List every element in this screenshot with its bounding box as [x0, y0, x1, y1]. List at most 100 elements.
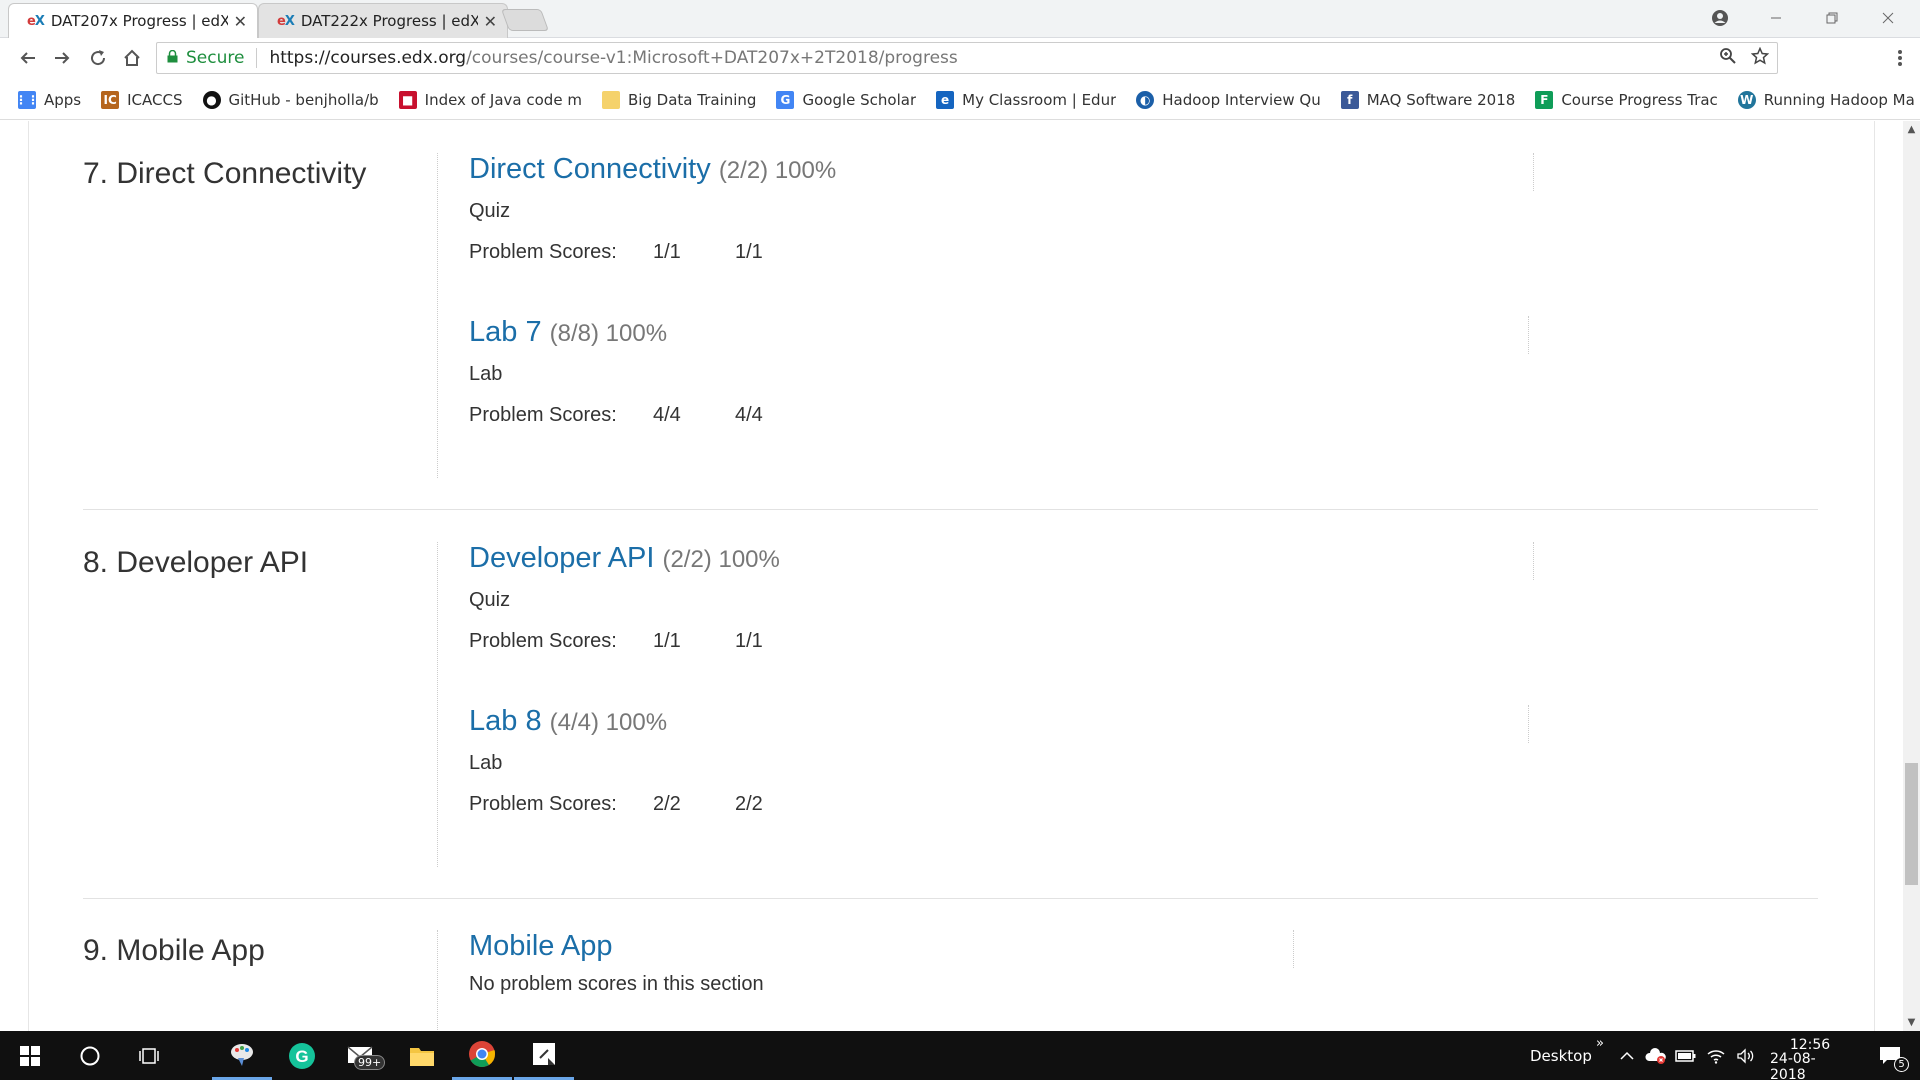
bookmark-label: Google Scholar [802, 90, 917, 109]
url-path: /courses/course-v1:Microsoft+DAT207x+2T2… [466, 48, 958, 68]
bookmark-item[interactable]: ◐ Hadoop Interview Qu [1136, 90, 1321, 109]
browser-toolbar: Secure https://courses.edx.org/courses/c… [0, 38, 1920, 106]
file-explorer-icon[interactable] [392, 1031, 452, 1080]
scholar-icon: G [776, 90, 795, 109]
scrollbar-thumb[interactable] [1905, 763, 1918, 885]
bookmark-item[interactable]: Big Data Training [601, 90, 756, 109]
close-tab-icon[interactable]: ✕ [484, 12, 497, 31]
github-icon: ● [202, 90, 221, 109]
bookmark-item[interactable]: f MAQ Software 2018 [1340, 90, 1515, 109]
scroll-down-icon[interactable]: ▼ [1903, 1014, 1920, 1031]
tab-dat207x[interactable]: eX DAT207x Progress | edX ✕ [8, 3, 258, 38]
section-score: (2/2) 100% [662, 546, 780, 573]
minimize-icon[interactable] [1748, 0, 1804, 36]
windows-start-icon[interactable] [0, 1031, 60, 1080]
section-developer-api: Developer API (2/2) 100% Quiz Problem Sc… [469, 542, 817, 653]
section-direct-connectivity: Direct Connectivity (2/2) 100% Quiz Prob… [469, 153, 836, 264]
bookmark-item[interactable]: G Google Scholar [776, 90, 917, 109]
close-window-icon[interactable] [1860, 0, 1916, 36]
scroll-up-icon[interactable]: ▲ [1903, 121, 1920, 138]
wifi-icon[interactable] [1703, 1031, 1729, 1080]
chapter-title: 7. Direct Connectivity [83, 157, 367, 190]
bookmark-item[interactable]: IC ICACCS [101, 90, 183, 109]
desktop-toolbar-label[interactable]: Desktop [1530, 1031, 1592, 1080]
page-content: 7. Direct Connectivity Direct Connectivi… [0, 121, 1903, 1031]
section-type: Lab [469, 363, 503, 385]
page-scrollbar[interactable]: ▲ ▼ [1903, 121, 1920, 1031]
clock-date[interactable]: 24-08-2018 [1770, 1042, 1850, 1091]
edureka-icon: e [936, 90, 955, 109]
bookmark-item[interactable]: W Running Hadoop Ma [1737, 90, 1915, 109]
problem-scores: Problem Scores: 4/4 4/4 [469, 404, 817, 427]
sticky-notes-icon[interactable] [514, 1031, 574, 1080]
problem-scores: Problem Scores: 1/1 1/1 [469, 241, 836, 264]
battery-icon[interactable] [1673, 1031, 1699, 1080]
tab-dat222x[interactable]: eX DAT222x Progress | edX ✕ [258, 3, 508, 38]
bookmark-item[interactable]: F Course Progress Trac [1535, 90, 1718, 109]
bookmark-item[interactable]: ● GitHub - benjholla/b [202, 90, 379, 109]
menu-kebab-icon[interactable] [1882, 40, 1918, 76]
bookmark-label: Index of Java code m [424, 90, 582, 109]
bookmark-label: GitHub - benjholla/b [228, 90, 379, 109]
section-right-dotted [1533, 153, 1534, 191]
bookmark-item[interactable]: e My Classroom | Edur [936, 90, 1116, 109]
section-type: Quiz [469, 589, 511, 611]
forward-icon[interactable] [44, 40, 80, 76]
bookmark-label: Running Hadoop Ma [1763, 90, 1915, 109]
profile-icon[interactable] [1692, 0, 1748, 36]
mail-app-icon[interactable]: 99+ [332, 1031, 392, 1080]
problem-scores-label: Problem Scores: [469, 630, 617, 652]
notification-center-icon[interactable]: 5 [1866, 1031, 1914, 1080]
section-link[interactable]: Lab 8 [469, 705, 542, 737]
no-scores-message: No problem scores in this section [469, 973, 764, 995]
tab-strip: eX DAT207x Progress | edX ✕ eX DAT222x P… [0, 0, 1920, 38]
bookmark-label: Apps [44, 90, 82, 109]
folder-icon [601, 90, 620, 109]
onedrive-error-icon[interactable] [1643, 1031, 1669, 1080]
problem-scores-label: Problem Scores: [469, 793, 617, 815]
restore-icon[interactable] [1804, 0, 1860, 36]
section-link[interactable]: Lab 7 [469, 316, 542, 348]
close-tab-icon[interactable]: ✕ [234, 12, 247, 31]
bookmark-label: Course Progress Trac [1561, 90, 1718, 109]
section-link[interactable]: Direct Connectivity [469, 153, 711, 185]
grammarly-app-icon[interactable]: G [272, 1031, 332, 1080]
section-link[interactable]: Developer API [469, 542, 654, 574]
problem-score: 1/1 [735, 241, 763, 263]
section-right-dotted [1533, 542, 1534, 580]
home-icon[interactable] [114, 40, 150, 76]
reload-icon[interactable] [80, 40, 116, 76]
page-border-left [28, 121, 29, 1031]
task-view-icon[interactable] [120, 1031, 180, 1080]
problem-score: 1/1 [735, 630, 763, 652]
address-bar[interactable]: Secure https://courses.edx.org/courses/c… [156, 42, 1778, 74]
back-icon[interactable] [10, 40, 46, 76]
chapter-title: 8. Developer API [83, 546, 309, 579]
problem-score: 2/2 [735, 793, 763, 815]
svg-text:G: G [295, 1047, 308, 1066]
section-score: (8/8) 100% [549, 320, 668, 347]
hadoop-icon: ◐ [1136, 90, 1155, 109]
bookmarks-bar: ⋮⋮ Apps IC ICACCS ● GitHub - benjholla/b ■ Inde… [0, 80, 1920, 120]
chrome-app-icon[interactable] [452, 1031, 512, 1080]
section-right-dotted [1528, 705, 1529, 743]
search-circle-icon[interactable] [60, 1031, 120, 1080]
chapter-divider-dotted [437, 930, 438, 1031]
bookmark-label: ICACCS [127, 90, 183, 109]
wordpress-icon: W [1737, 90, 1756, 109]
zoom-icon[interactable] [1719, 47, 1737, 70]
volume-icon[interactable] [1733, 1031, 1759, 1080]
mail-badge: 99+ [354, 1055, 386, 1070]
bookmark-item[interactable]: ⋮⋮ Apps [15, 90, 82, 109]
bookmark-item[interactable]: ■ Index of Java code m [398, 90, 582, 109]
tray-expand-chevron-icon[interactable] [1615, 1031, 1639, 1080]
toolbar-chevron-icon[interactable]: » [1596, 1019, 1604, 1068]
bookmark-star-icon[interactable] [1750, 46, 1770, 70]
section-type: Lab [469, 752, 503, 774]
icaccs-icon: IC [101, 90, 120, 109]
new-tab-button[interactable] [500, 9, 550, 31]
section-right-dotted [1293, 930, 1294, 968]
edx-favicon-icon: eX [277, 13, 295, 29]
section-link[interactable]: Mobile App [469, 930, 613, 962]
paint-app-icon[interactable] [212, 1031, 272, 1080]
